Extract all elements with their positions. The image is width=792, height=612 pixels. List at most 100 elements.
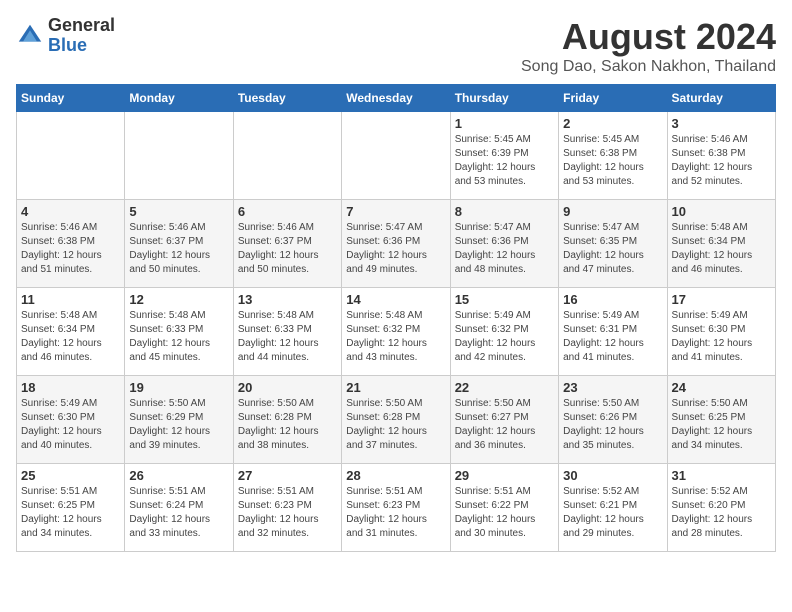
weekday-header-saturday: Saturday [667,85,775,112]
weekday-header-friday: Friday [559,85,667,112]
cell-content: Sunrise: 5:51 AM Sunset: 6:22 PM Dayligh… [455,485,554,541]
logo-text: General Blue [48,16,115,56]
calendar-cell: 26 Sunrise: 5:51 AM Sunset: 6:24 PM Dayli… [125,464,233,552]
day-number: 2 [563,116,662,131]
calendar-cell: 3 Sunrise: 5:46 AM Sunset: 6:38 PM Daylig… [667,112,775,200]
cell-content: Sunrise: 5:48 AM Sunset: 6:33 PM Dayligh… [129,309,228,365]
calendar-cell: 29 Sunrise: 5:51 AM Sunset: 6:22 PM Dayli… [450,464,558,552]
weekday-header-thursday: Thursday [450,85,558,112]
weekday-row: SundayMondayTuesdayWednesdayThursdayFrid… [17,85,776,112]
day-number: 22 [455,380,554,395]
cell-content: Sunrise: 5:50 AM Sunset: 6:25 PM Dayligh… [672,397,771,453]
calendar-cell: 8 Sunrise: 5:47 AM Sunset: 6:36 PM Daylig… [450,200,558,288]
calendar-cell: 21Sunrise: 5:50 AM Sunset: 6:28 PM Dayli… [342,376,450,464]
calendar-cell: 11Sunrise: 5:48 AM Sunset: 6:34 PM Dayli… [17,288,125,376]
day-number: 31 [672,468,771,483]
calendar-cell: 15 Sunrise: 5:49 AM Sunset: 6:32 PM Dayli… [450,288,558,376]
calendar-cell [342,112,450,200]
calendar-week-3: 11Sunrise: 5:48 AM Sunset: 6:34 PM Dayli… [17,288,776,376]
day-number: 9 [563,204,662,219]
calendar-cell: 7 Sunrise: 5:47 AM Sunset: 6:36 PM Daylig… [342,200,450,288]
day-number: 15 [455,292,554,307]
cell-content: Sunrise: 5:48 AM Sunset: 6:34 PM Dayligh… [21,309,120,365]
day-number: 25 [21,468,120,483]
weekday-header-sunday: Sunday [17,85,125,112]
cell-content: Sunrise: 5:51 AM Sunset: 6:23 PM Dayligh… [238,485,337,541]
calendar-cell: 2 Sunrise: 5:45 AM Sunset: 6:38 PM Daylig… [559,112,667,200]
day-number: 28 [346,468,445,483]
logo-icon [16,22,44,50]
cell-content: Sunrise: 5:49 AM Sunset: 6:30 PM Dayligh… [672,309,771,365]
cell-content: Sunrise: 5:45 AM Sunset: 6:39 PM Dayligh… [455,133,554,189]
cell-content: Sunrise: 5:52 AM Sunset: 6:20 PM Dayligh… [672,485,771,541]
day-number: 29 [455,468,554,483]
cell-content: Sunrise: 5:48 AM Sunset: 6:32 PM Dayligh… [346,309,445,365]
cell-content: Sunrise: 5:52 AM Sunset: 6:21 PM Dayligh… [563,485,662,541]
cell-content: Sunrise: 5:49 AM Sunset: 6:30 PM Dayligh… [21,397,120,453]
calendar-cell [233,112,341,200]
cell-content: Sunrise: 5:47 AM Sunset: 6:36 PM Dayligh… [455,221,554,277]
cell-content: Sunrise: 5:49 AM Sunset: 6:32 PM Dayligh… [455,309,554,365]
day-number: 3 [672,116,771,131]
calendar-cell [17,112,125,200]
calendar-cell: 22 Sunrise: 5:50 AM Sunset: 6:27 PM Dayli… [450,376,558,464]
calendar-cell: 10Sunrise: 5:48 AM Sunset: 6:34 PM Dayli… [667,200,775,288]
cell-content: Sunrise: 5:48 AM Sunset: 6:33 PM Dayligh… [238,309,337,365]
day-number: 4 [21,204,120,219]
day-number: 13 [238,292,337,307]
calendar-cell: 23Sunrise: 5:50 AM Sunset: 6:26 PM Dayli… [559,376,667,464]
cell-content: Sunrise: 5:46 AM Sunset: 6:38 PM Dayligh… [21,221,120,277]
calendar-cell: 17Sunrise: 5:49 AM Sunset: 6:30 PM Dayli… [667,288,775,376]
calendar-cell: 24 Sunrise: 5:50 AM Sunset: 6:25 PM Dayli… [667,376,775,464]
calendar-week-2: 4 Sunrise: 5:46 AM Sunset: 6:38 PM Daylig… [17,200,776,288]
day-number: 6 [238,204,337,219]
title-area: August 2024 Song Dao, Sakon Nakhon, Thai… [521,16,776,76]
day-number: 5 [129,204,228,219]
calendar-cell: 28Sunrise: 5:51 AM Sunset: 6:23 PM Dayli… [342,464,450,552]
day-number: 21 [346,380,445,395]
calendar-cell: 5 Sunrise: 5:46 AM Sunset: 6:37 PM Daylig… [125,200,233,288]
calendar-cell: 14 Sunrise: 5:48 AM Sunset: 6:32 PM Dayli… [342,288,450,376]
weekday-header-monday: Monday [125,85,233,112]
calendar-cell: 30 Sunrise: 5:52 AM Sunset: 6:21 PM Dayli… [559,464,667,552]
day-number: 8 [455,204,554,219]
cell-content: Sunrise: 5:45 AM Sunset: 6:38 PM Dayligh… [563,133,662,189]
day-number: 7 [346,204,445,219]
cell-content: Sunrise: 5:46 AM Sunset: 6:38 PM Dayligh… [672,133,771,189]
cell-content: Sunrise: 5:50 AM Sunset: 6:27 PM Dayligh… [455,397,554,453]
day-number: 23 [563,380,662,395]
logo: General Blue [16,16,115,56]
cell-content: Sunrise: 5:51 AM Sunset: 6:24 PM Dayligh… [129,485,228,541]
cell-content: Sunrise: 5:51 AM Sunset: 6:25 PM Dayligh… [21,485,120,541]
calendar-cell: 16 Sunrise: 5:49 AM Sunset: 6:31 PM Dayli… [559,288,667,376]
day-number: 26 [129,468,228,483]
day-number: 14 [346,292,445,307]
calendar-cell: 1Sunrise: 5:45 AM Sunset: 6:39 PM Daylig… [450,112,558,200]
calendar-cell: 4 Sunrise: 5:46 AM Sunset: 6:38 PM Daylig… [17,200,125,288]
page-header: General Blue August 2024 Song Dao, Sakon… [16,16,776,76]
calendar-body: 1Sunrise: 5:45 AM Sunset: 6:39 PM Daylig… [17,112,776,552]
calendar-cell: 6 Sunrise: 5:46 AM Sunset: 6:37 PM Daylig… [233,200,341,288]
logo-blue: Blue [48,36,115,56]
calendar-table: SundayMondayTuesdayWednesdayThursdayFrid… [16,84,776,552]
day-number: 16 [563,292,662,307]
month-title: August 2024 [521,16,776,58]
cell-content: Sunrise: 5:46 AM Sunset: 6:37 PM Dayligh… [129,221,228,277]
cell-content: Sunrise: 5:49 AM Sunset: 6:31 PM Dayligh… [563,309,662,365]
weekday-header-wednesday: Wednesday [342,85,450,112]
day-number: 24 [672,380,771,395]
calendar-cell: 13 Sunrise: 5:48 AM Sunset: 6:33 PM Dayli… [233,288,341,376]
calendar-cell: 31 Sunrise: 5:52 AM Sunset: 6:20 PM Dayli… [667,464,775,552]
cell-content: Sunrise: 5:50 AM Sunset: 6:29 PM Dayligh… [129,397,228,453]
day-number: 18 [21,380,120,395]
logo-general: General [48,16,115,36]
calendar-week-4: 18 Sunrise: 5:49 AM Sunset: 6:30 PM Dayli… [17,376,776,464]
day-number: 30 [563,468,662,483]
location-title: Song Dao, Sakon Nakhon, Thailand [521,58,776,76]
day-number: 12 [129,292,228,307]
cell-content: Sunrise: 5:46 AM Sunset: 6:37 PM Dayligh… [238,221,337,277]
calendar-cell: 9Sunrise: 5:47 AM Sunset: 6:35 PM Daylig… [559,200,667,288]
cell-content: Sunrise: 5:47 AM Sunset: 6:36 PM Dayligh… [346,221,445,277]
calendar-cell: 19Sunrise: 5:50 AM Sunset: 6:29 PM Dayli… [125,376,233,464]
day-number: 10 [672,204,771,219]
